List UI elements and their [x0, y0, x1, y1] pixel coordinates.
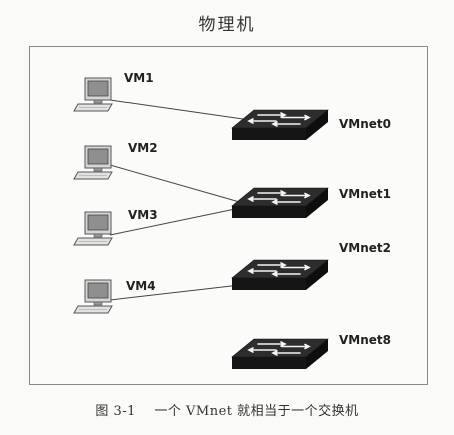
vm3-computer-icon — [73, 211, 113, 246]
vm4-label: VM4 — [126, 279, 156, 293]
vm1-computer-icon — [73, 77, 113, 112]
figure-caption: 图 3-1 一个 VMnet 就相当于一个交换机 — [95, 404, 359, 419]
vm1-label: VM1 — [124, 71, 154, 85]
vmnet8-switch-icon — [231, 338, 329, 370]
vm4-computer-icon — [73, 279, 113, 314]
vmnet1-label: VMnet1 — [339, 187, 391, 201]
vmnet0-label: VMnet0 — [339, 117, 391, 131]
vmnet0-switch-icon — [231, 109, 329, 141]
vmnet2-label: VMnet2 — [339, 241, 391, 255]
vmnet8-label: VMnet8 — [339, 333, 391, 347]
vmnet1-switch-icon — [231, 187, 329, 219]
vmnet2-switch-icon — [231, 259, 329, 291]
vm2-computer-icon — [73, 145, 113, 180]
vm2-label: VM2 — [128, 141, 158, 155]
link-vm2-vmnet1 — [109, 164, 251, 206]
link-vm1-vmnet0 — [109, 99, 251, 121]
vm3-label: VM3 — [128, 208, 158, 222]
network-diagram: VM1 VM2 VM3 VM4 VMnet0 VMnet1 VMnet2 VMn… — [73, 71, 391, 370]
